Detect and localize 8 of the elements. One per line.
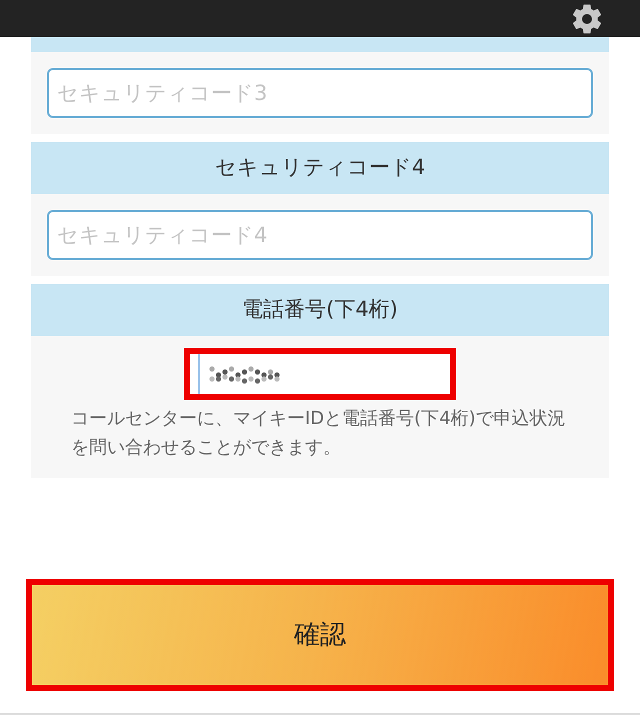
section-header: 電話番号(下4桁) <box>31 284 609 336</box>
section-header: セキュリティコード4 <box>31 142 609 194</box>
help-text: コールセンターに、マイキーIDと電話番号(下4桁)で申込状況を問い合わせることができます。 <box>70 407 567 460</box>
confirm-button[interactable]: 確認 <box>26 579 614 691</box>
phone-input-field[interactable] <box>184 348 456 400</box>
settings-icon[interactable] <box>571 2 603 34</box>
input-field[interactable]: セキュリティコード3 <box>47 68 593 118</box>
input-field[interactable]: セキュリティコード4 <box>47 210 593 260</box>
